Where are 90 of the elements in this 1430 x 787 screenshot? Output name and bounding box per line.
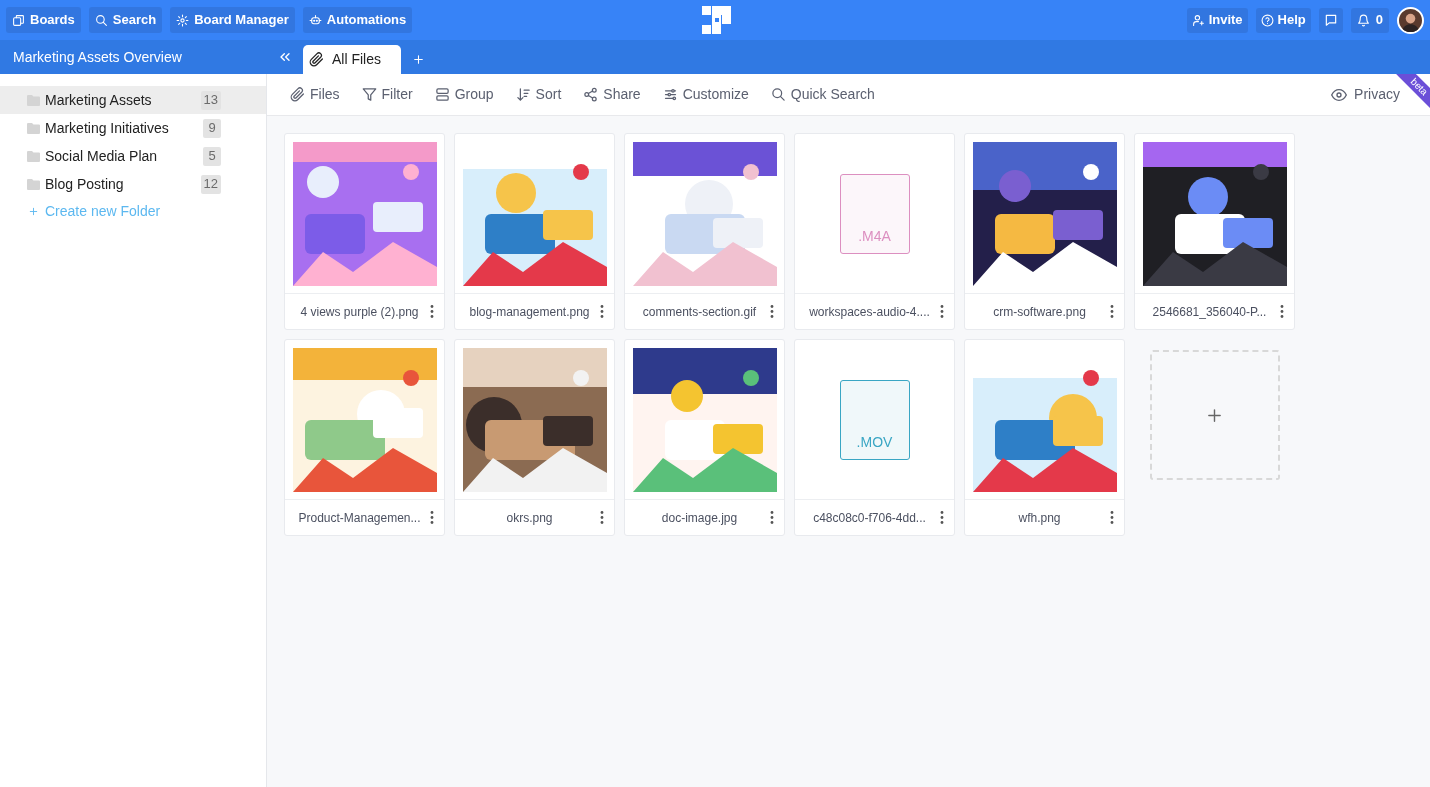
file-name: okrs.png bbox=[505, 509, 554, 527]
count-badge: 5 bbox=[203, 146, 221, 166]
nav-button[interactable]: Search bbox=[88, 7, 163, 33]
more-icon bbox=[1280, 305, 1284, 318]
toolbar-button[interactable]: Share bbox=[583, 84, 641, 105]
chat-icon bbox=[1323, 13, 1338, 27]
file-card[interactable]: doc-image.jpg bbox=[624, 339, 785, 536]
nav-button[interactable]: Invite bbox=[1186, 7, 1248, 33]
file-card[interactable]: 2546681_356040-P... bbox=[1134, 133, 1295, 330]
file-type-icon: .M4A bbox=[839, 173, 910, 254]
file-card[interactable]: comments-section.gif bbox=[624, 133, 785, 330]
comments-button[interactable] bbox=[1318, 7, 1343, 33]
search-icon bbox=[770, 87, 786, 102]
more-icon bbox=[770, 511, 774, 524]
file-type-icon: .MOV bbox=[839, 379, 910, 460]
toolbar-button[interactable]: Quick Search bbox=[770, 84, 875, 105]
count-badge: 9 bbox=[203, 118, 221, 138]
tab[interactable]: All Files bbox=[303, 45, 401, 74]
file-name: c48c08c0-f706-4dd... bbox=[812, 509, 927, 527]
plus-icon bbox=[411, 53, 425, 66]
bell-icon bbox=[1356, 13, 1370, 27]
paperclip-icon bbox=[290, 87, 305, 102]
more-icon bbox=[1110, 305, 1114, 318]
nav-button[interactable]: Boards bbox=[6, 7, 81, 33]
file-name: workspaces-audio-4.... bbox=[808, 303, 931, 321]
more-icon bbox=[1110, 511, 1114, 524]
squares-icon bbox=[12, 13, 25, 27]
file-name: wfh.png bbox=[1017, 509, 1062, 527]
toolbar-button[interactable]: Sort bbox=[515, 84, 562, 105]
search-icon bbox=[94, 13, 108, 27]
privacy-button[interactable]: Privacy bbox=[1331, 84, 1400, 105]
filter-icon bbox=[361, 87, 377, 102]
paperclip-icon bbox=[309, 52, 324, 67]
sliders-icon bbox=[662, 87, 678, 102]
more-icon bbox=[940, 511, 944, 524]
folder-icon bbox=[27, 94, 40, 106]
count-badge: 12 bbox=[200, 174, 221, 194]
folder-item[interactable]: Marketing Assets 13 bbox=[0, 86, 266, 114]
file-card[interactable]: blog-management.png bbox=[454, 133, 615, 330]
toolbar-button[interactable]: Group bbox=[434, 84, 494, 105]
file-name: doc-image.jpg bbox=[660, 509, 739, 527]
more-icon bbox=[770, 305, 774, 318]
share-icon bbox=[583, 87, 599, 102]
folder-name: Blog Posting bbox=[45, 174, 124, 194]
folder-icon bbox=[27, 178, 40, 190]
more-icon bbox=[430, 305, 434, 318]
folder-item[interactable]: Marketing Initiatives 9 bbox=[0, 114, 266, 142]
nav-button[interactable]: Board Manager bbox=[170, 7, 295, 33]
file-name: Product-Managemen... bbox=[297, 509, 422, 527]
notifications-button[interactable]: 0 bbox=[1350, 7, 1389, 33]
group-icon bbox=[434, 87, 450, 102]
board-title: Marketing Assets Overview bbox=[13, 47, 182, 67]
file-name: 4 views purple (2).png bbox=[299, 303, 420, 321]
folder-name: Social Media Plan bbox=[45, 146, 158, 166]
add-user-icon bbox=[1191, 13, 1205, 27]
file-card[interactable]: .M4A workspaces-audio-4.... bbox=[794, 133, 955, 330]
folder-icon bbox=[27, 122, 40, 134]
folder-item[interactable]: Social Media Plan 5 bbox=[0, 142, 266, 170]
toolbar-button[interactable]: Customize bbox=[662, 84, 749, 105]
file-name: crm-software.png bbox=[992, 303, 1087, 321]
sort-icon bbox=[515, 87, 531, 102]
file-card[interactable]: Product-Managemen... bbox=[284, 339, 445, 536]
file-name: 2546681_356040-P... bbox=[1151, 303, 1268, 321]
count-badge: 13 bbox=[200, 90, 221, 110]
nav-button[interactable]: Help bbox=[1255, 7, 1311, 33]
folder-item[interactable]: Blog Posting 12 bbox=[0, 170, 266, 198]
robot-icon bbox=[308, 13, 322, 27]
more-icon bbox=[600, 305, 604, 318]
file-card[interactable]: 4 views purple (2).png bbox=[284, 133, 445, 330]
more-icon bbox=[600, 511, 604, 524]
file-card[interactable]: okrs.png bbox=[454, 339, 615, 536]
more-icon bbox=[430, 511, 434, 524]
folder-name: Marketing Assets bbox=[45, 90, 152, 110]
file-card[interactable]: .MOV c48c08c0-f706-4dd... bbox=[794, 339, 955, 536]
toolbar-button[interactable]: Filter bbox=[361, 84, 413, 105]
plus-icon bbox=[28, 205, 39, 217]
folder-name: Marketing Initiatives bbox=[45, 118, 169, 138]
nav-button[interactable]: Automations bbox=[302, 7, 413, 33]
more-icon bbox=[940, 305, 944, 318]
file-card[interactable]: wfh.png bbox=[964, 339, 1125, 536]
file-card[interactable]: crm-software.png bbox=[964, 133, 1125, 330]
help-icon bbox=[1260, 13, 1274, 27]
logo-icon[interactable] bbox=[702, 6, 731, 34]
file-name: blog-management.png bbox=[468, 303, 591, 321]
eye-icon bbox=[1331, 86, 1348, 103]
plus-icon bbox=[1206, 406, 1223, 424]
file-name: comments-section.gif bbox=[641, 303, 758, 321]
folder-icon bbox=[27, 150, 40, 162]
avatar[interactable] bbox=[1397, 6, 1424, 34]
toolbar-button[interactable]: Files bbox=[290, 84, 340, 105]
